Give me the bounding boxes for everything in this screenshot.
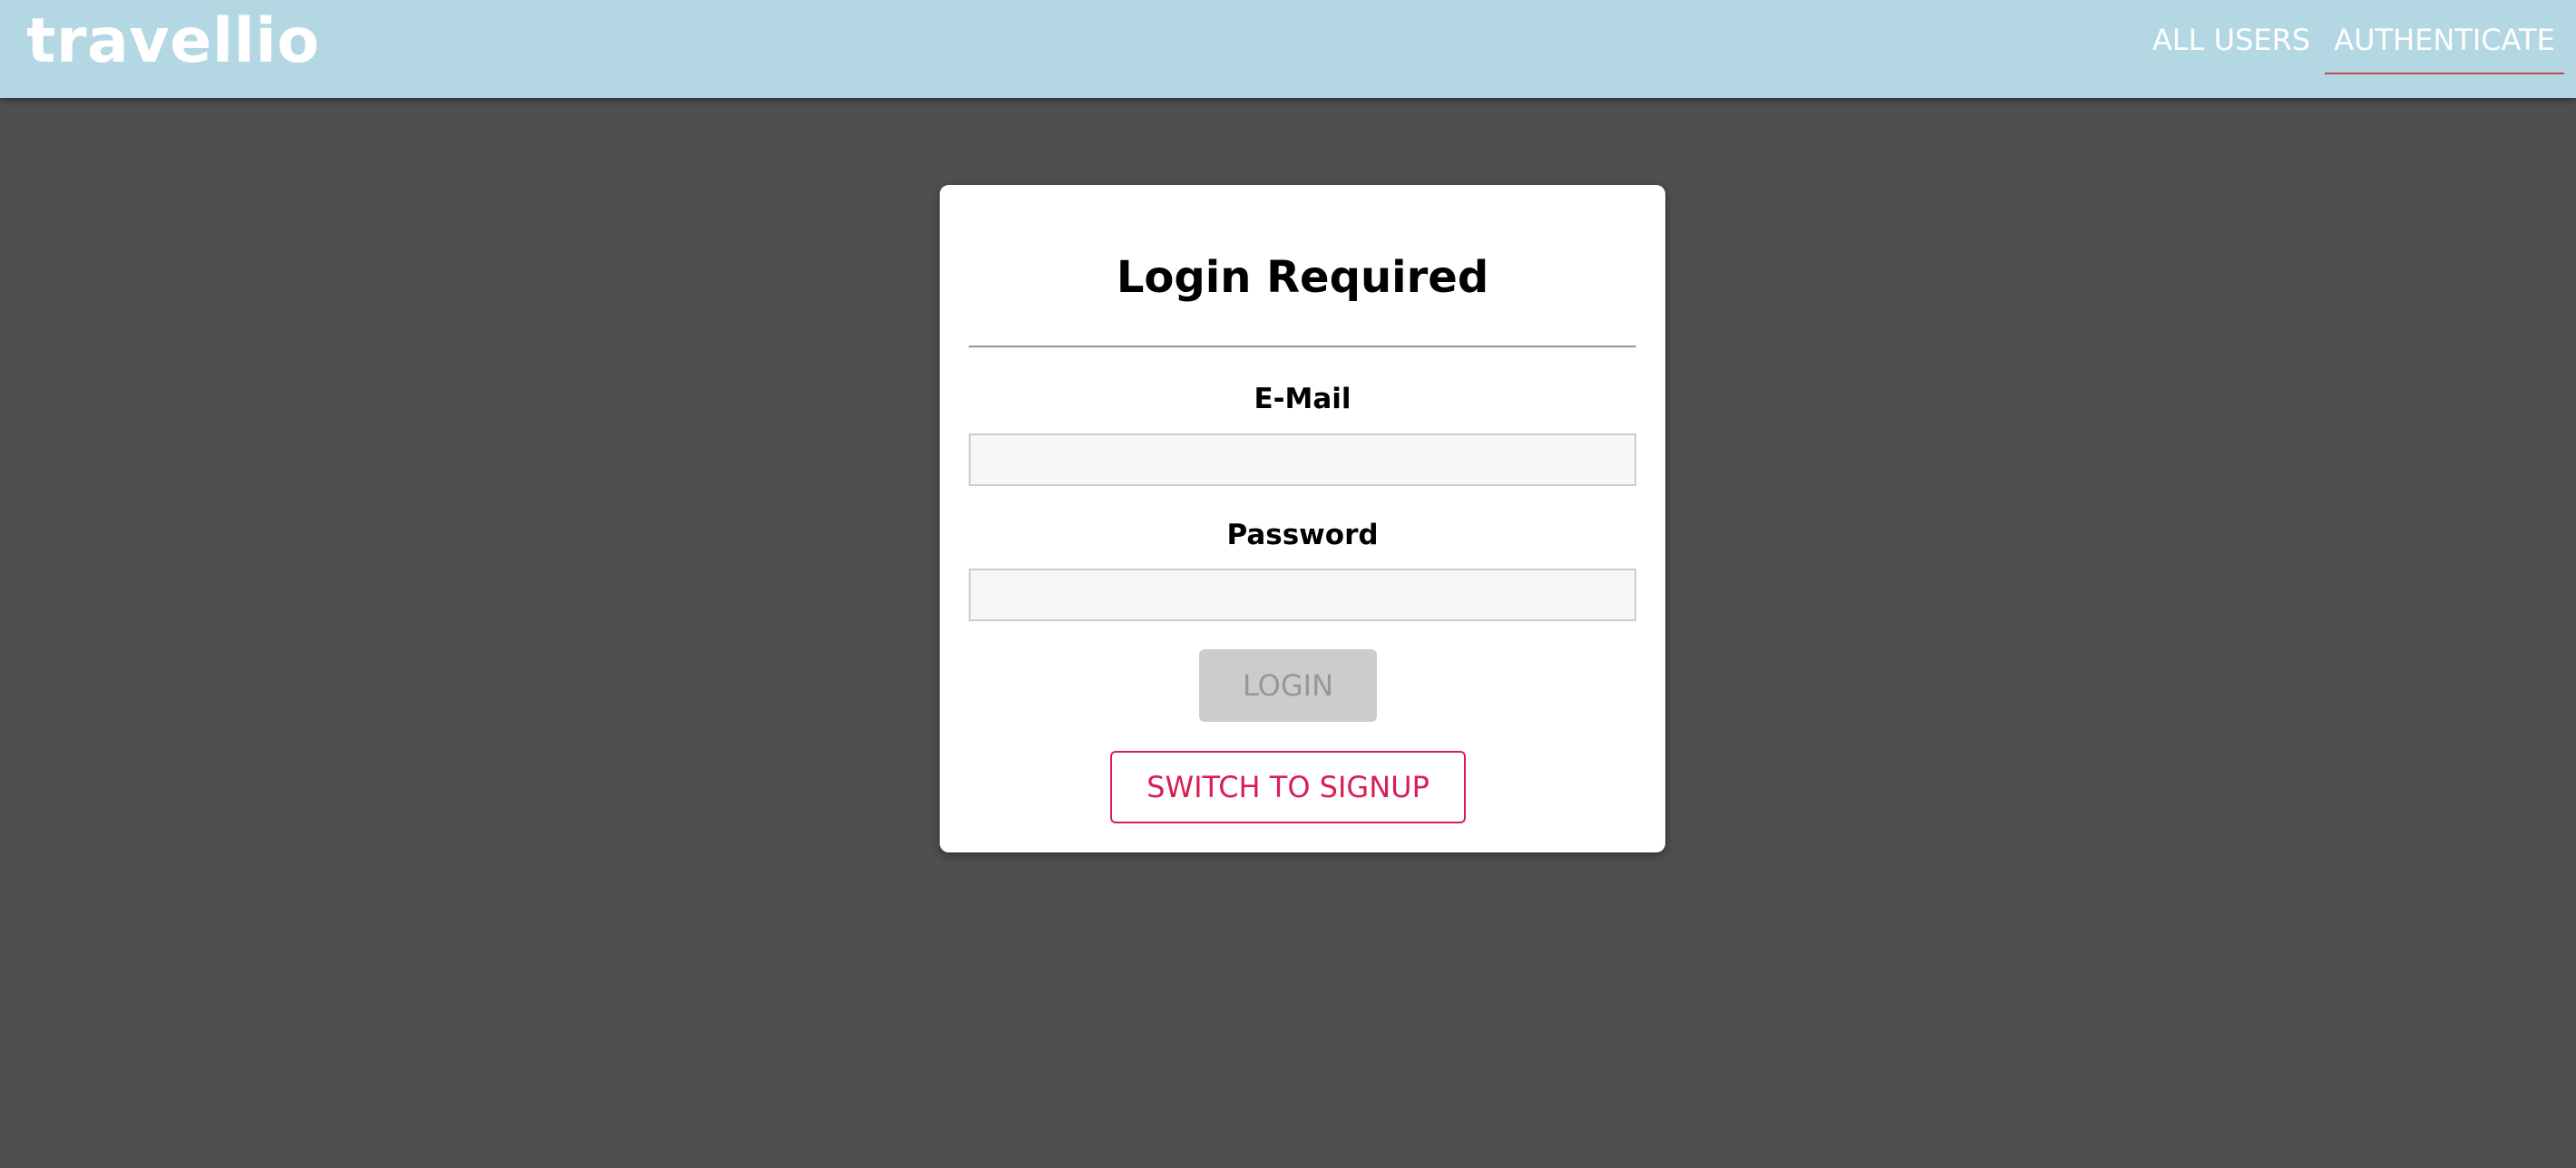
password-label: Password bbox=[1226, 519, 1379, 551]
email-label: E-Mail bbox=[1254, 383, 1351, 415]
login-button[interactable]: LOGIN bbox=[1199, 649, 1377, 722]
card-title: Login Required bbox=[1116, 252, 1489, 303]
nav-link-all-users[interactable]: ALL USERS bbox=[2115, 16, 2347, 74]
password-input[interactable] bbox=[969, 569, 1636, 621]
main-header: travellio ALL USERS AUTHENTICATE bbox=[0, 0, 2576, 98]
email-input[interactable] bbox=[969, 433, 1636, 486]
nav-link-authenticate[interactable]: AUTHENTICATE bbox=[2325, 16, 2564, 74]
app-logo[interactable]: travellio bbox=[26, 0, 320, 87]
switch-to-signup-button[interactable]: SWITCH TO SIGNUP bbox=[1110, 751, 1466, 823]
card-divider bbox=[969, 346, 1636, 348]
login-card: Login Required E-Mail Password LOGIN SWI… bbox=[940, 185, 1665, 852]
